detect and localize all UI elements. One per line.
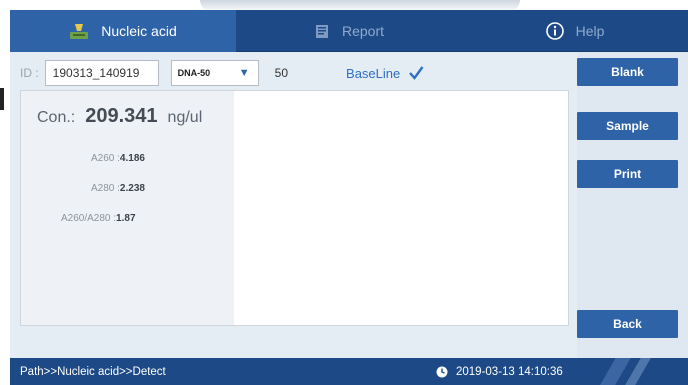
dna-type-select[interactable]: DNA-50 ▼	[170, 60, 259, 86]
a260-line: A260 :4.186	[91, 153, 145, 164]
action-button-column: Blank Sample Print Back	[577, 52, 688, 359]
result-values-pane: Con.: 209.341 ng/ul A260 :4.186 A280 :2.…	[21, 91, 234, 325]
ratio-label: A260/A280 :	[61, 213, 117, 224]
ratio-line: A260/A280 :1.87	[61, 213, 136, 224]
edge-marker	[0, 88, 4, 110]
back-button[interactable]: Back	[577, 310, 678, 338]
tab-help[interactable]: Help	[462, 10, 688, 52]
result-panel: Con.: 209.341 ng/ul A260 :4.186 A280 :2.…	[20, 90, 569, 326]
tab-report[interactable]: Report	[236, 10, 462, 52]
dna-type-value: DNA-50	[177, 68, 211, 78]
device-screen: Nucleic acid Report Help ID: 190313_140…	[10, 10, 688, 385]
a280-label: A280 :	[91, 183, 120, 194]
screen: Nucleic acid Report Help ID: 190313_140…	[0, 0, 688, 385]
sample-button[interactable]: Sample	[577, 112, 678, 140]
ratio-value: 1.87	[116, 213, 136, 224]
tab-bar: Nucleic acid Report Help	[10, 10, 688, 52]
baseline-label: BaseLine	[346, 65, 401, 81]
concentration-value: 209.341	[85, 105, 158, 127]
a260-label: A260 :	[91, 153, 120, 164]
a260-value: 4.186	[119, 153, 145, 164]
tab-help-label: Help	[575, 23, 605, 39]
concentration-unit: ng/ul	[167, 109, 203, 126]
info-icon	[545, 22, 564, 40]
id-row: ID : 190313_140919 DNA-50 ▼ 50 BaseLine	[20, 60, 575, 86]
print-button[interactable]: Print	[577, 160, 678, 188]
datetime-value: 2019-03-13 14:10:36	[456, 366, 563, 378]
breadcrumb-path: Path>>Nucleic acid>>Detect	[20, 366, 166, 378]
flask-icon	[69, 22, 89, 40]
dropdown-arrow-icon: ▼	[238, 67, 250, 79]
blank-button[interactable]: Blank	[577, 58, 678, 86]
concentration-label: Con.:	[37, 109, 76, 126]
tab-nucleic-acid-label: Nucleic acid	[101, 23, 177, 39]
baseline-checkbox[interactable]	[408, 65, 424, 81]
status-decoration	[578, 358, 688, 385]
id-input[interactable]: 190313_140919	[44, 60, 159, 86]
tab-report-label: Report	[341, 23, 385, 39]
id-label: ID :	[20, 66, 39, 80]
datetime-display: 2019-03-13 14:10:36	[436, 366, 563, 378]
factor-value: 50	[274, 66, 289, 80]
a280-value: 2.238	[119, 183, 145, 194]
tab-nucleic-acid[interactable]: Nucleic acid	[10, 10, 236, 52]
checkmark-icon	[409, 66, 424, 80]
clock-icon	[436, 366, 448, 378]
status-bar: Path>>Nucleic acid>>Detect 2019-03-13 14…	[10, 358, 688, 385]
concentration-line: Con.: 209.341 ng/ul	[37, 105, 202, 128]
a280-line: A280 :2.238	[91, 183, 145, 194]
report-icon	[314, 23, 330, 39]
